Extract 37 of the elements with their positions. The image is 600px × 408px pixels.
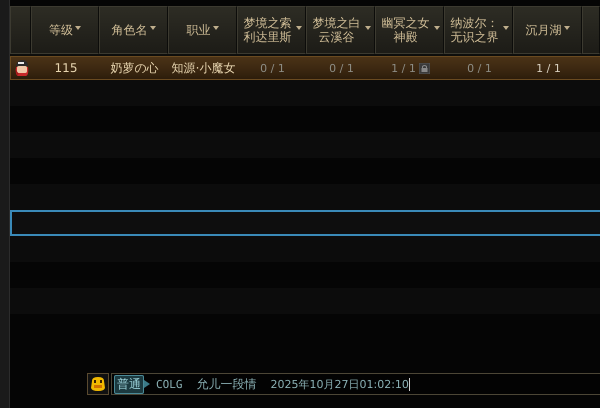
column-header[interactable]: 等级 (31, 6, 99, 54)
progress-count: 0 / 1 (329, 62, 354, 74)
column-header[interactable]: 沉月湖 (513, 6, 582, 54)
chat-text: COLG (156, 378, 182, 390)
column-header (582, 6, 600, 54)
column-header[interactable]: 角色名 (99, 6, 168, 54)
chat-text: 2025年10月27日01:02:10 (270, 376, 409, 392)
caret-icon (212, 26, 218, 30)
emoji-button[interactable] (87, 373, 109, 395)
column-header[interactable]: 纳波尔：无识之界 (444, 6, 513, 54)
caret-icon (502, 26, 508, 30)
emoji-icon (90, 376, 106, 392)
caret-icon (150, 26, 156, 30)
caret-icon (75, 26, 81, 30)
caret-icon (434, 26, 440, 30)
caret-icon (564, 26, 570, 30)
column-header[interactable]: 幽冥之女神殿 (375, 6, 444, 54)
progress-count: 0 / 1 (260, 62, 285, 74)
table-cell: 115 (54, 61, 78, 75)
chat-text: 允儿一段情 (196, 376, 256, 392)
caret-icon (296, 26, 302, 30)
chat-input[interactable]: 普通 COLG 允儿一段情 2025年10月27日01:02:10 (111, 373, 600, 395)
column-header[interactable]: 梦境之索利达里斯 (237, 6, 306, 54)
progress-count: 0 / 1 (467, 62, 492, 74)
column-header[interactable]: 梦境之白云溪谷 (306, 6, 375, 54)
character-avatar-icon (12, 59, 30, 77)
table-row[interactable] (10, 210, 600, 236)
progress-count: 1 / 1 (536, 62, 561, 74)
channel-tag[interactable]: 普通 (114, 374, 144, 394)
arrow-icon (144, 380, 150, 388)
table-row[interactable]: 115 奶萝の心 知源·小魔女 0 / 1 0 / 1 1 / 1 0 / 1 1 / 1 (10, 56, 600, 80)
caret-icon (364, 26, 370, 30)
table-cell: 知源·小魔女 (172, 60, 236, 76)
column-header (10, 6, 31, 54)
column-header[interactable]: 职业 (168, 6, 237, 54)
progress-count: 1 / 1 (391, 62, 416, 74)
table-cell: 奶萝の心 (110, 60, 158, 76)
